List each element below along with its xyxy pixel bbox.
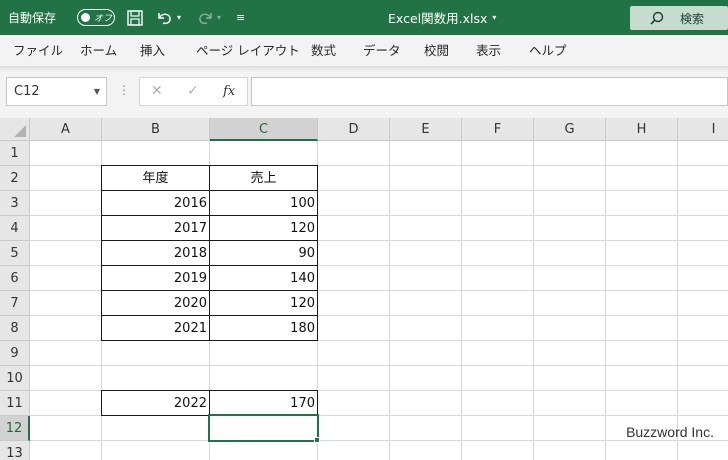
autosave-label: 自動保存: [8, 11, 57, 25]
tab-view[interactable]: 表示: [476, 35, 501, 66]
search-icon: [650, 11, 664, 25]
row-header-11[interactable]: 11: [0, 391, 30, 416]
row-header-6[interactable]: 6: [0, 266, 30, 291]
name-box-dropdown-icon[interactable]: ▼: [94, 78, 100, 105]
undo-dropdown-icon[interactable]: ▾: [177, 0, 181, 35]
tab-help[interactable]: ヘルプ: [529, 35, 567, 66]
col-header-a[interactable]: A: [30, 118, 102, 141]
row-header-7[interactable]: 7: [0, 291, 30, 316]
cancel-icon: ✕: [151, 83, 163, 99]
cell-c2[interactable]: 売上: [209, 165, 318, 191]
name-box[interactable]: C12 ▼: [6, 77, 107, 106]
gridline: [605, 141, 606, 460]
name-box-value: C12: [14, 84, 40, 99]
cell-c4[interactable]: 120: [209, 215, 318, 241]
cell-c6[interactable]: 140: [209, 265, 318, 291]
col-header-d[interactable]: D: [318, 118, 390, 141]
search-box[interactable]: 検索: [630, 6, 728, 30]
cell-b4[interactable]: 2017: [101, 215, 210, 241]
gridline: [30, 365, 728, 366]
gridline: [30, 440, 728, 441]
watermark: Buzzword Inc.: [626, 424, 714, 440]
customize-toolbar-icon[interactable]: ≡: [236, 0, 245, 35]
autosave-state: オフ: [94, 14, 113, 24]
enter-check-icon: ✓: [187, 83, 199, 99]
gridline: [533, 141, 534, 460]
ribbon-divider: [0, 66, 728, 73]
tab-review[interactable]: 校閲: [424, 35, 449, 66]
row-header-5[interactable]: 5: [0, 241, 30, 266]
toggle-knob-icon: [81, 13, 90, 22]
undo-icon[interactable]: [155, 0, 175, 35]
col-header-g[interactable]: G: [534, 118, 606, 141]
col-header-f[interactable]: F: [462, 118, 534, 141]
col-header-i[interactable]: I: [678, 118, 728, 141]
row-header-9[interactable]: 9: [0, 341, 30, 366]
row-header-2[interactable]: 2: [0, 166, 30, 191]
col-header-e[interactable]: E: [390, 118, 462, 141]
cell-c3[interactable]: 100: [209, 190, 318, 216]
cell-b6[interactable]: 2019: [101, 265, 210, 291]
cell-b11[interactable]: 2022: [101, 390, 210, 416]
formula-bar: C12 ▼ ⋮ ✕ ✓ fx: [0, 73, 728, 118]
tab-data[interactable]: データ: [363, 35, 401, 66]
save-icon[interactable]: [126, 0, 144, 35]
file-name[interactable]: Excel関数用.xlsx ▾: [388, 0, 496, 35]
formula-input[interactable]: [251, 77, 728, 106]
tab-formulas[interactable]: 数式: [311, 35, 336, 66]
fill-handle[interactable]: [314, 437, 320, 443]
cell-c7[interactable]: 120: [209, 290, 318, 316]
cell-b8[interactable]: 2021: [101, 315, 210, 341]
gridline: [677, 141, 678, 460]
row-header-12[interactable]: 12: [0, 416, 30, 441]
gridline: [461, 141, 462, 460]
col-header-c[interactable]: C: [210, 118, 318, 141]
cell-c11[interactable]: 170: [209, 390, 318, 416]
autosave-toggle[interactable]: オフ: [77, 9, 115, 26]
cell-c5[interactable]: 90: [209, 240, 318, 266]
cell-b7[interactable]: 2020: [101, 290, 210, 316]
row-header-10[interactable]: 10: [0, 366, 30, 391]
row-header-4[interactable]: 4: [0, 216, 30, 241]
active-cell-c12[interactable]: [208, 414, 319, 442]
select-all-triangle-icon: [14, 125, 26, 137]
tab-file[interactable]: ファイル: [13, 35, 63, 66]
row-header-8[interactable]: 8: [0, 316, 30, 341]
cell-b5[interactable]: 2018: [101, 240, 210, 266]
redo-icon: [195, 0, 215, 35]
redo-dropdown-icon: ▾: [217, 13, 222, 22]
cell-b3[interactable]: 2016: [101, 190, 210, 216]
row-header-1[interactable]: 1: [0, 141, 30, 166]
gridline: [389, 141, 390, 460]
cell-b2[interactable]: 年度: [101, 165, 210, 191]
tab-insert[interactable]: 挿入: [140, 35, 165, 66]
title-bar: 自動保存 オフ ▾ ▾ ≡ Excel関数用.xlsx ▾ 検索: [0, 0, 728, 35]
tab-home[interactable]: ホーム: [80, 35, 117, 66]
file-name-text: Excel関数用.xlsx: [388, 11, 488, 26]
insert-function-icon[interactable]: fx: [223, 78, 235, 105]
select-all-button[interactable]: [0, 118, 30, 141]
cell-c8[interactable]: 180: [209, 315, 318, 341]
row-header-13[interactable]: 13: [0, 441, 30, 460]
search-label: 検索: [680, 11, 705, 26]
col-header-b[interactable]: B: [102, 118, 210, 141]
spreadsheet-grid: A B C D E F G H I 1 2 3 4 5 6 7 8 9 10 1…: [0, 118, 728, 460]
filename-dropdown-icon: ▾: [492, 13, 497, 22]
formula-buttons: ✕ ✓ fx: [139, 77, 248, 106]
ribbon-tabs: ファイル ホーム 挿入 ページ レイアウト 数式 データ 校閲 表示 ヘルプ: [0, 35, 728, 66]
tab-page-layout[interactable]: ページ レイアウト: [196, 35, 300, 66]
col-header-h[interactable]: H: [606, 118, 678, 141]
formula-bar-grip-icon: ⋮: [118, 83, 130, 97]
row-header-3[interactable]: 3: [0, 191, 30, 216]
